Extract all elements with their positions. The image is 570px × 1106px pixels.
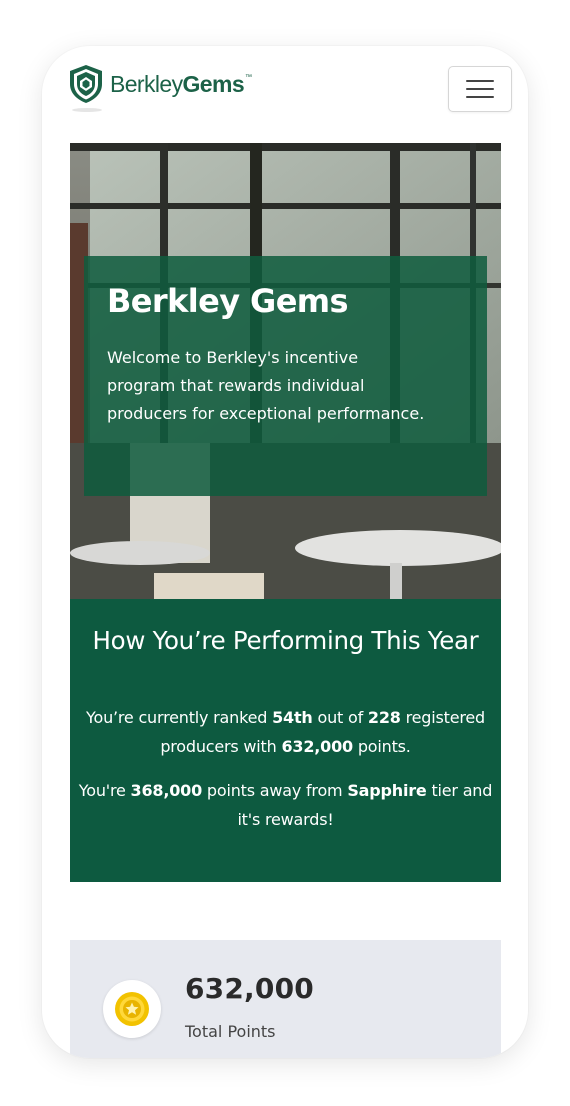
- brand-logo[interactable]: Berkley Gems ™: [68, 64, 252, 104]
- hero-description: Welcome to Berkley's incentive program t…: [107, 348, 425, 423]
- away-prefix: You're: [78, 781, 126, 800]
- shield-gem-icon: [70, 65, 102, 103]
- hamburger-line: [466, 88, 494, 90]
- hero-welcome-card: Berkley Gems Welcome to Berkley's incent…: [84, 256, 487, 496]
- total-points-value: 632,000: [185, 972, 314, 1005]
- away-middle: points away from: [206, 781, 343, 800]
- next-tier-text: You're 368,000 points away from Sapphire…: [78, 776, 493, 834]
- brand-wordmark: Berkley Gems ™: [110, 70, 252, 98]
- hamburger-menu-icon: [466, 80, 494, 82]
- total-points-card: 632,000 Total Points: [70, 940, 501, 1058]
- brand-name-bold: Gems: [182, 70, 245, 97]
- medal-badge: [103, 980, 161, 1038]
- performance-summary: How You’re Performing This Year You’re c…: [70, 599, 501, 882]
- site-header: Berkley Gems ™: [42, 46, 528, 142]
- total-points-label: Total Points: [185, 1022, 276, 1041]
- logo-shadow: [72, 108, 102, 112]
- rank-prefix: You’re currently ranked: [86, 708, 268, 727]
- hero-banner: Berkley Gems Welcome to Berkley's incent…: [70, 143, 501, 599]
- rank-value: 54th: [272, 708, 313, 727]
- points-suffix: points.: [357, 737, 411, 756]
- points-away-value: 368,000: [130, 781, 203, 800]
- total-producers: 228: [367, 708, 401, 727]
- trademark-symbol: ™: [245, 73, 252, 81]
- hero-title: Berkley Gems: [107, 282, 349, 320]
- brand-name-light: Berkley: [110, 70, 183, 97]
- performance-title: How You’re Performing This Year: [92, 626, 479, 655]
- phone-frame: Berkley Gems ™ Berkley Gems Welcome to B…: [42, 46, 528, 1058]
- hamburger-line: [466, 96, 494, 98]
- rank-middle: out of: [317, 708, 364, 727]
- points-value: 632,000: [281, 737, 353, 756]
- ranking-text: You’re currently ranked 54th out of 228 …: [78, 703, 493, 761]
- gold-star-medal-icon: [115, 992, 149, 1026]
- next-tier-name: Sapphire: [347, 781, 427, 800]
- menu-toggle-button[interactable]: [448, 66, 512, 112]
